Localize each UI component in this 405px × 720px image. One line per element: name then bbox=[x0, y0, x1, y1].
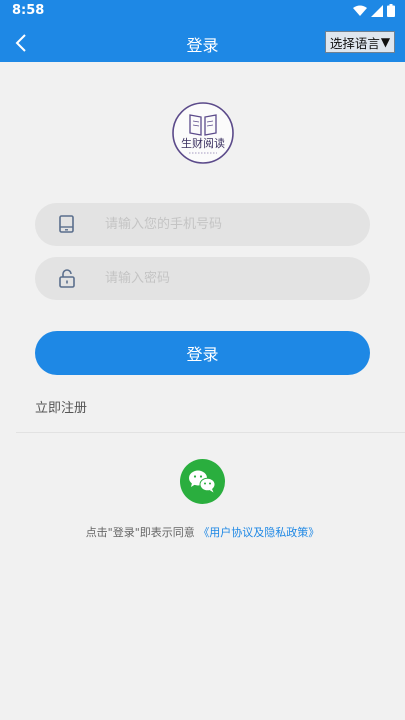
register-link[interactable]: 立即注册 bbox=[35, 397, 87, 416]
login-button-label: 登录 bbox=[186, 345, 219, 364]
signal-icon bbox=[371, 4, 383, 17]
lock-icon bbox=[59, 269, 75, 288]
dropdown-arrow-icon: ▼ bbox=[380, 35, 391, 49]
app-logo: 生财阅读 bbox=[172, 102, 234, 164]
agreement-text: 点击"登录"即表示同意 《用户协议及隐私政策》 bbox=[0, 524, 405, 540]
status-time: 8:58 bbox=[12, 3, 45, 18]
status-icons bbox=[353, 4, 395, 17]
divider bbox=[16, 432, 405, 433]
phone-icon bbox=[59, 215, 74, 233]
phone-input-row bbox=[35, 203, 370, 246]
agreement-prefix: 点击"登录"即表示同意 bbox=[85, 526, 195, 539]
language-select-button[interactable]: 选择语言 ▼ bbox=[325, 31, 395, 53]
phone-input[interactable] bbox=[105, 203, 355, 246]
wifi-icon bbox=[353, 5, 367, 16]
logo-text: 生财阅读 bbox=[181, 136, 225, 150]
login-button[interactable]: 登录 bbox=[35, 331, 370, 375]
password-input-row bbox=[35, 257, 370, 300]
user-agreement-link[interactable]: 《用户协议及隐私政策》 bbox=[198, 526, 319, 539]
wechat-icon bbox=[189, 470, 216, 493]
wechat-login-button[interactable] bbox=[180, 459, 225, 504]
status-bar: 8:58 bbox=[0, 0, 405, 24]
battery-icon bbox=[387, 4, 395, 17]
language-button-label: 选择语言 bbox=[329, 35, 380, 51]
password-input[interactable] bbox=[105, 257, 355, 300]
app-bar: 登录 选择语言 ▼ bbox=[0, 24, 405, 62]
